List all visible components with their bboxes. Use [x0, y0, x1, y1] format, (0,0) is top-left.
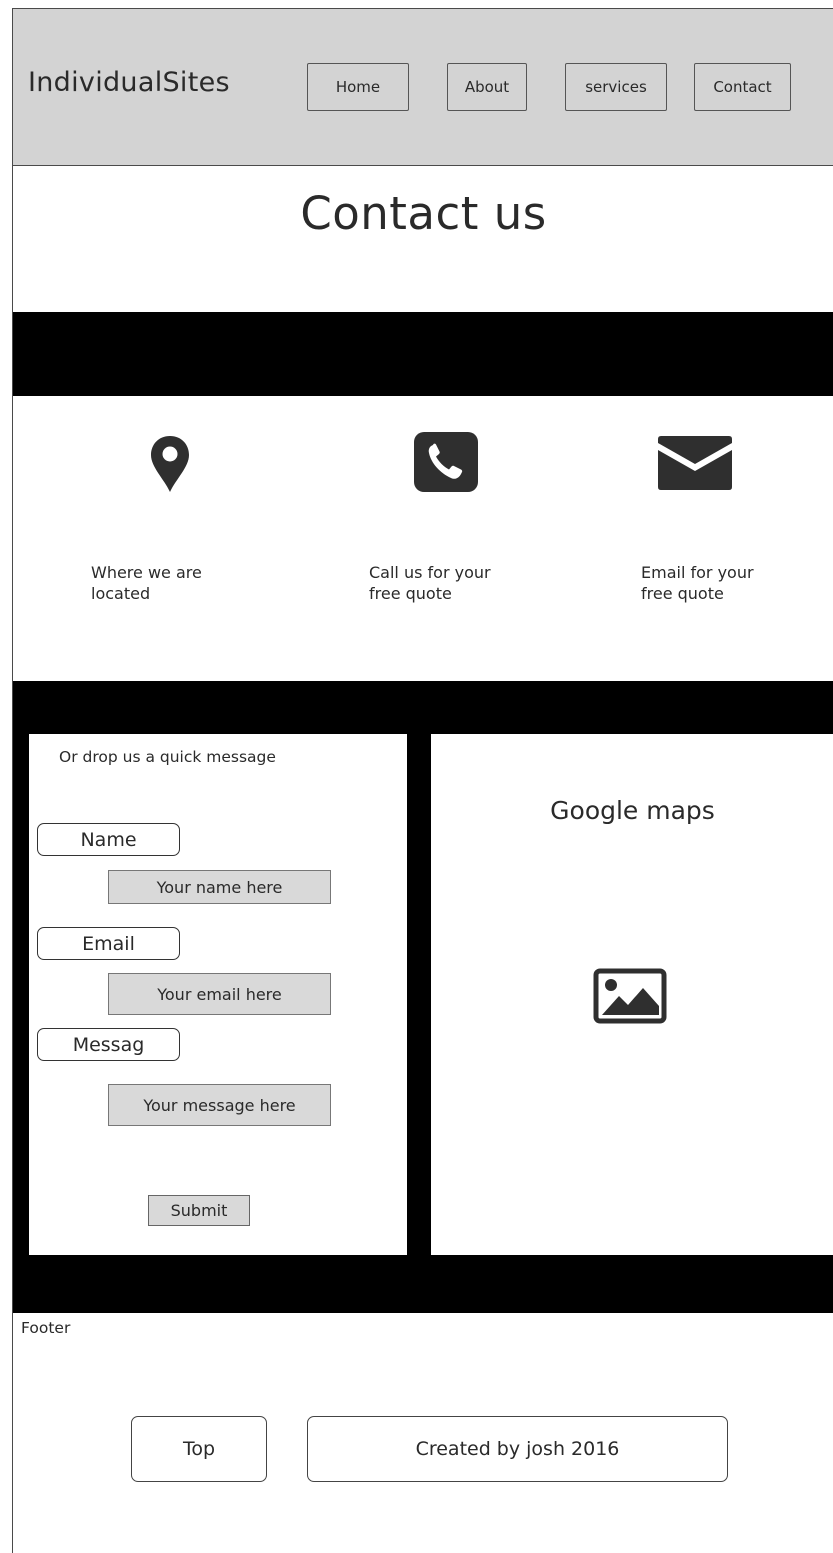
map-title: Google maps — [550, 796, 715, 825]
page-title: Contact us — [300, 187, 547, 240]
nav-services-button[interactable]: services — [565, 63, 667, 111]
page: IndividualSites Home About services Cont… — [12, 8, 833, 1553]
email-label: Email — [37, 927, 180, 960]
nav-home-button[interactable]: Home — [307, 63, 409, 111]
site-header: IndividualSites Home About services Cont… — [13, 9, 833, 166]
top-button[interactable]: Top — [131, 1416, 267, 1482]
call-line-1: Call us for your — [369, 563, 491, 582]
location-text: Where we are located — [91, 562, 202, 604]
location-line-2: located — [91, 584, 151, 603]
call-text: Call us for your free quote — [369, 562, 491, 604]
nav-about-button[interactable]: About — [447, 63, 527, 111]
email-input[interactable]: Your email here — [108, 973, 331, 1015]
divider-band — [13, 312, 833, 396]
footer-credit: Created by josh 2016 — [307, 1416, 728, 1482]
email-text: Email for your free quote — [641, 562, 754, 604]
form-heading: Or drop us a quick message — [59, 748, 276, 766]
call-line-2: free quote — [369, 584, 452, 603]
submit-button[interactable]: Submit — [148, 1195, 250, 1226]
message-form-panel: Or drop us a quick message Name Your nam… — [29, 734, 407, 1255]
message-label: Messag — [37, 1028, 180, 1061]
site-logo[interactable]: IndividualSites — [28, 67, 230, 98]
envelope-icon — [656, 435, 734, 491]
image-placeholder-icon — [593, 968, 667, 1024]
email-line-1: Email for your — [641, 563, 754, 582]
name-label: Name — [37, 823, 180, 856]
map-pin-icon — [148, 434, 192, 496]
map-panel: Google maps — [431, 734, 833, 1255]
location-line-1: Where we are — [91, 563, 202, 582]
name-input[interactable]: Your name here — [108, 870, 331, 904]
phone-icon — [413, 431, 479, 493]
footer-label: Footer — [21, 1319, 71, 1337]
message-input[interactable]: Your message here — [108, 1084, 331, 1126]
email-line-2: free quote — [641, 584, 724, 603]
nav-contact-button[interactable]: Contact — [694, 63, 791, 111]
